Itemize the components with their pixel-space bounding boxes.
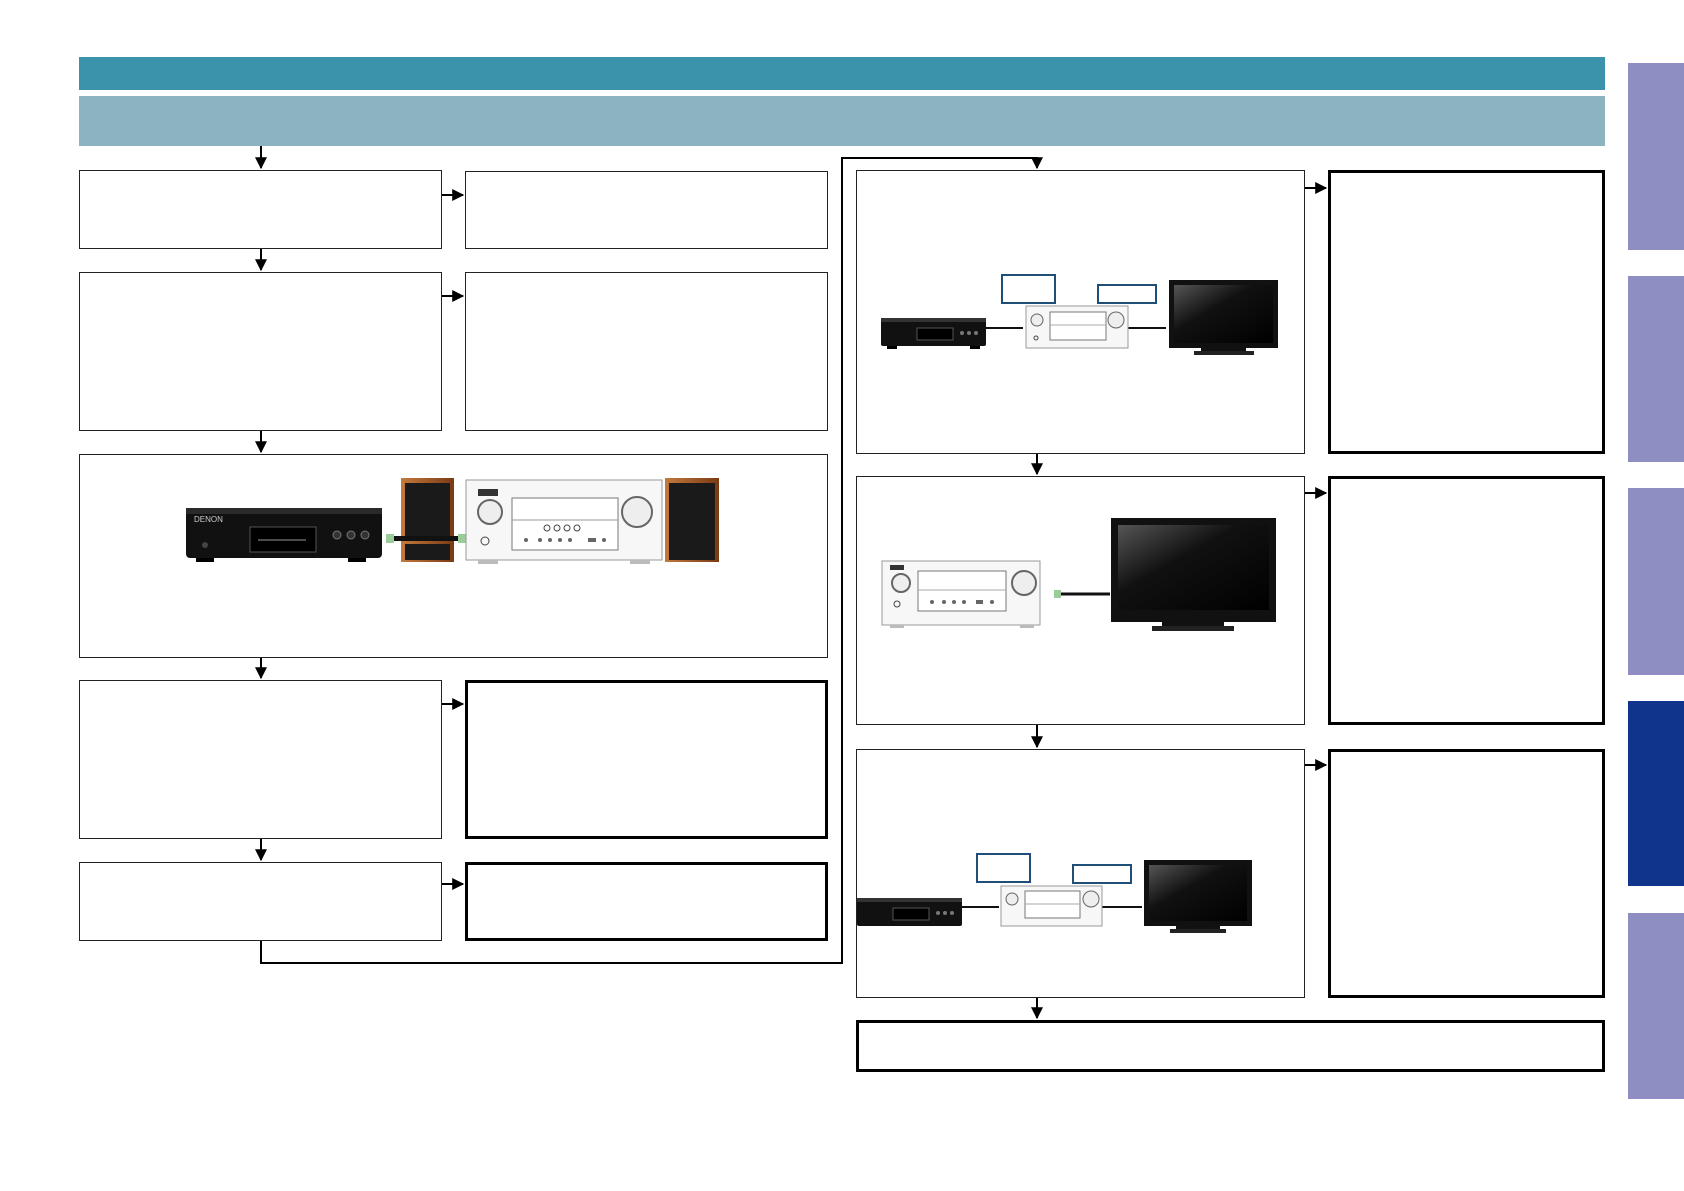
cd-player-icon bbox=[857, 898, 962, 926]
television-icon bbox=[1111, 518, 1276, 631]
player-brand-label: DENON bbox=[194, 515, 223, 524]
label-frame bbox=[976, 853, 1132, 884]
diagram-overlay: DENON bbox=[186, 146, 1328, 1020]
av-receiver-icon bbox=[881, 560, 1041, 628]
speaker-icon bbox=[401, 478, 454, 562]
cd-player-icon: DENON bbox=[186, 508, 382, 562]
label-frame bbox=[1001, 274, 1157, 304]
hdmi-cable-icon bbox=[1054, 590, 1110, 598]
television-icon bbox=[1144, 860, 1252, 933]
television-icon bbox=[1169, 280, 1278, 355]
cd-player-icon bbox=[881, 318, 986, 349]
av-receiver-icon bbox=[1000, 885, 1103, 927]
av-receiver-icon bbox=[1025, 305, 1129, 349]
speaker-icon bbox=[665, 478, 719, 562]
av-receiver-icon bbox=[465, 479, 663, 564]
